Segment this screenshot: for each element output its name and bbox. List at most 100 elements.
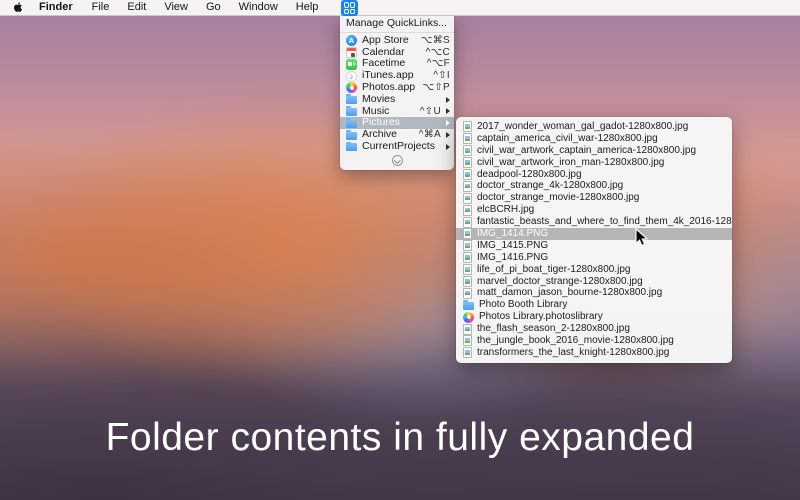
menubar-item-go[interactable]: Go (197, 0, 230, 15)
image-file-icon (463, 264, 472, 275)
folder-icon (346, 120, 357, 128)
submenu-item-label: IMG_1414.PNG (477, 228, 548, 240)
submenu-item-label: elcBCRH.jpg (477, 204, 534, 216)
submenu-item[interactable]: elcBCRH.jpg (456, 204, 732, 216)
calendar-icon (346, 47, 357, 58)
menu-item-currentprojects[interactable]: CurrentProjects (340, 141, 454, 153)
menu-item-label: App Store (362, 35, 409, 47)
image-file-icon (463, 240, 472, 251)
folder-icon (346, 132, 357, 140)
submenu-item[interactable]: transformers_the_last_knight-1280x800.jp… (456, 347, 732, 359)
menu-item-label: Manage QuickLinks... (346, 18, 447, 30)
apple-menu[interactable] (0, 2, 29, 14)
submenu-item-label: Photo Booth Library (479, 299, 567, 311)
menubar-item-finder[interactable]: Finder (29, 0, 83, 15)
image-file-icon (463, 157, 472, 168)
folder-icon (346, 143, 357, 151)
menubar-item-file[interactable]: File (83, 0, 119, 15)
submenu-item-label: deadpool-1280x800.jpg (477, 169, 582, 181)
submenu-item[interactable]: life_of_pi_boat_tiger-1280x800.jpg (456, 264, 732, 276)
submenu-item[interactable]: the_flash_season_2-1280x800.jpg (456, 323, 732, 335)
image-file-icon (463, 169, 472, 180)
submenu-item[interactable]: fantastic_beasts_and_where_to_find_them_… (456, 216, 732, 228)
menu-item-manage-quicklinks[interactable]: Manage QuickLinks... (340, 18, 454, 30)
submenu-item[interactable]: marvel_doctor_strange-1280x800.jpg (456, 276, 732, 288)
photos-icon (346, 82, 357, 93)
image-file-icon (463, 193, 472, 204)
menu-item-label: CurrentProjects (362, 141, 435, 153)
image-file-icon (463, 205, 472, 216)
image-file-icon (463, 121, 472, 132)
submenu-item[interactable]: 2017_wonder_woman_gal_gadot-1280x800.jpg (456, 121, 732, 133)
image-file-icon (463, 181, 472, 192)
menu-item-photos-app[interactable]: Photos.app ⌥⇧P (340, 82, 454, 94)
menu-item-app-store[interactable]: App Store ⌥⌘S (340, 35, 454, 47)
submenu-arrow-icon (446, 120, 450, 126)
menubar-item-help[interactable]: Help (287, 0, 328, 15)
submenu-item-label: marvel_doctor_strange-1280x800.jpg (477, 276, 643, 288)
submenu-arrow-icon (446, 97, 450, 103)
menu-shortcut: ^⌥F (427, 58, 450, 70)
chevron-down-circle-icon (392, 155, 403, 166)
submenu-item-label: matt_damon_jason_bourne-1280x800.jpg (477, 287, 662, 299)
image-file-icon (463, 288, 472, 299)
submenu-item[interactable]: the_jungle_book_2016_movie-1280x800.jpg (456, 335, 732, 347)
folder-icon (346, 96, 357, 104)
menu-item-movies[interactable]: Movies (340, 94, 454, 106)
submenu-item[interactable]: doctor_strange_4k-1280x800.jpg (456, 180, 732, 192)
folder-icon (346, 108, 357, 116)
quicklinks-grid-icon[interactable] (341, 0, 358, 16)
menu-separator (340, 32, 454, 33)
menu-shortcut: ^⇧U (420, 106, 441, 118)
pictures-submenu: 2017_wonder_woman_gal_gadot-1280x800.jpg… (456, 117, 732, 363)
submenu-item-label: IMG_1415.PNG (477, 240, 548, 252)
submenu-item-label: IMG_1416.PNG (477, 252, 548, 264)
menu-shortcut: ^⌥C (426, 47, 450, 59)
submenu-item-photo-booth-library[interactable]: Photo Booth Library (456, 299, 732, 311)
submenu-item-label: transformers_the_last_knight-1280x800.jp… (477, 347, 669, 359)
image-file-icon (463, 276, 472, 287)
submenu-item[interactable]: captain_america_civil_war-1280x800.jpg (456, 133, 732, 145)
submenu-item[interactable]: matt_damon_jason_bourne-1280x800.jpg (456, 287, 732, 299)
submenu-item[interactable]: doctor_strange_movie-1280x800.jpg (456, 192, 732, 204)
image-file-icon (463, 145, 472, 156)
submenu-item-label: life_of_pi_boat_tiger-1280x800.jpg (477, 264, 630, 276)
submenu-item-photos-library[interactable]: Photos Library.photoslibrary (456, 311, 732, 323)
photos-icon (463, 312, 474, 323)
apple-logo-icon (13, 2, 23, 14)
submenu-item-label: fantastic_beasts_and_where_to_find_them_… (477, 216, 732, 228)
submenu-item-label: the_flash_season_2-1280x800.jpg (477, 323, 630, 335)
submenu-item-label: 2017_wonder_woman_gal_gadot-1280x800.jpg (477, 121, 688, 133)
submenu-item[interactable]: IMG_1416.PNG (456, 252, 732, 264)
caption-text: Folder contents in fully expanded (0, 416, 800, 460)
submenu-item-label: Photos Library.photoslibrary (479, 311, 603, 323)
image-file-icon (463, 217, 472, 228)
submenu-item-label: civil_war_artwork_iron_man-1280x800.jpg (477, 157, 664, 169)
menu-scroll-down[interactable] (340, 153, 454, 168)
submenu-arrow-icon (446, 108, 450, 114)
submenu-item-label: doctor_strange_4k-1280x800.jpg (477, 180, 623, 192)
menubar-item-window[interactable]: Window (230, 0, 287, 15)
menubar-item-view[interactable]: View (155, 0, 197, 15)
submenu-item-img-1414[interactable]: IMG_1414.PNG (456, 228, 732, 240)
image-file-icon (463, 133, 472, 144)
submenu-item[interactable]: civil_war_artwork_iron_man-1280x800.jpg (456, 157, 732, 169)
mouse-cursor-icon (635, 228, 649, 253)
menu-shortcut: ⌥⌘S (421, 35, 450, 47)
menu-item-pictures[interactable]: Pictures (340, 117, 454, 129)
menu-bar: Finder File Edit View Go Window Help (0, 0, 800, 16)
menu-shortcut: ^⇧I (433, 70, 450, 82)
facetime-icon (346, 59, 357, 70)
image-file-icon (463, 252, 472, 263)
app-store-icon (346, 35, 357, 46)
image-file-icon (463, 347, 472, 358)
menu-shortcut: ⌥⇧P (423, 82, 450, 94)
submenu-item[interactable]: civil_war_artwork_captain_america-1280x8… (456, 145, 732, 157)
submenu-item[interactable]: deadpool-1280x800.jpg (456, 169, 732, 181)
menubar-item-edit[interactable]: Edit (118, 0, 155, 15)
submenu-item-label: doctor_strange_movie-1280x800.jpg (477, 192, 639, 204)
folder-icon (463, 302, 474, 310)
submenu-item-label: the_jungle_book_2016_movie-1280x800.jpg (477, 335, 674, 347)
submenu-item[interactable]: IMG_1415.PNG (456, 240, 732, 252)
submenu-item-label: civil_war_artwork_captain_america-1280x8… (477, 145, 696, 157)
